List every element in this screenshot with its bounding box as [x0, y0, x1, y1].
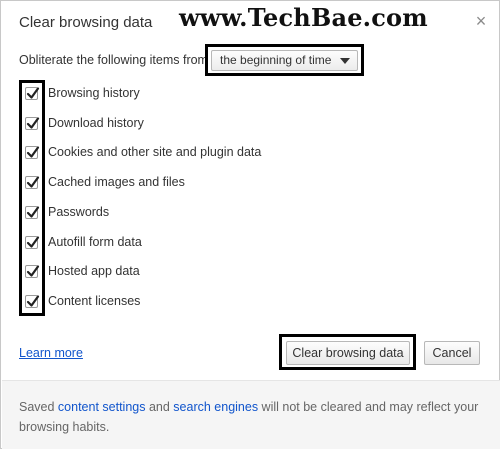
footer-note: Saved content settings and search engine…	[19, 397, 479, 437]
clear-browsing-data-button[interactable]: Clear browsing data	[286, 341, 410, 365]
close-icon[interactable]: ×	[471, 11, 491, 31]
checkmark-icon	[26, 176, 40, 188]
checkmark-icon	[26, 87, 40, 99]
footer-text-pre: Saved	[19, 400, 58, 414]
time-range-label: Obliterate the following items from	[19, 53, 208, 67]
footer-text-mid: and	[145, 400, 174, 414]
checkmark-icon	[26, 265, 40, 277]
watermark-text: www.TechBae.com	[179, 3, 428, 32]
checkbox[interactable]	[25, 116, 40, 130]
dialog-title: Clear browsing data	[19, 14, 153, 31]
checkmark-icon	[26, 206, 40, 218]
checkbox-label: Content licenses	[48, 293, 141, 308]
time-range-select[interactable]: the beginning of time	[211, 50, 358, 71]
checkbox-label: Cached images and files	[48, 175, 185, 190]
checkmark-icon	[26, 146, 40, 158]
content-settings-link[interactable]: content settings	[58, 400, 146, 414]
checkbox[interactable]	[25, 235, 40, 249]
checkbox[interactable]	[25, 205, 40, 219]
time-range-selected: the beginning of time	[220, 53, 332, 67]
checkbox[interactable]	[25, 146, 40, 160]
checkbox-label: Passwords	[48, 204, 110, 219]
checkbox[interactable]	[25, 87, 40, 100]
checkbox-label: Hosted app data	[48, 264, 140, 279]
clear-browsing-data-dialog: Clear browsing data www.TechBae.com × Ob…	[0, 0, 500, 449]
checkbox-label: Autofill form data	[48, 234, 142, 249]
checkmark-icon	[26, 117, 40, 129]
dialog-footer: Saved content settings and search engine…	[2, 380, 500, 449]
checkmark-icon	[26, 235, 40, 248]
checkbox-label: Cookies and other site and plugin data	[48, 145, 262, 160]
checkmark-icon	[26, 295, 40, 307]
checkbox-label: Download history	[48, 115, 144, 130]
cancel-button[interactable]: Cancel	[424, 341, 480, 365]
checkbox-label: Browsing history	[48, 86, 140, 100]
search-engines-link[interactable]: search engines	[173, 400, 258, 414]
learn-more-link[interactable]: Learn more	[19, 346, 83, 360]
checkbox[interactable]	[25, 176, 40, 190]
checkbox[interactable]	[25, 265, 40, 279]
checkbox[interactable]	[25, 294, 40, 308]
dropdown-arrow-icon	[340, 58, 350, 64]
